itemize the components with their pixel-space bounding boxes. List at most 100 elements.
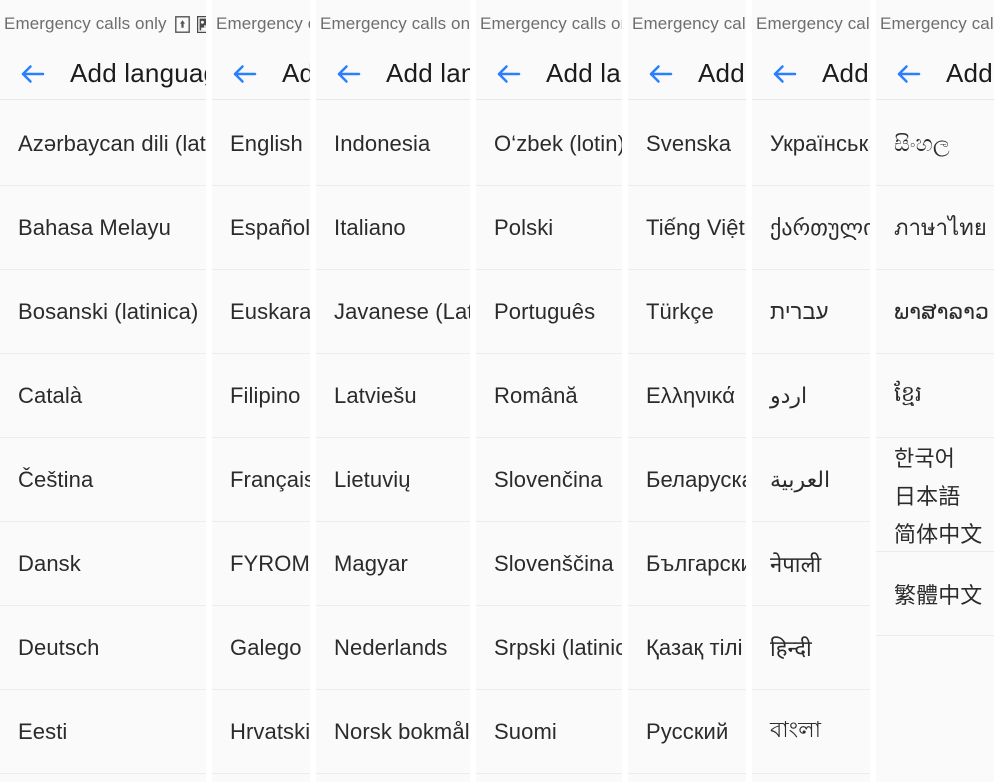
language-list[interactable]: English Español Euskara Filipino Français FYR… [212, 100, 311, 774]
language-name: ภาษาไทย [894, 215, 987, 240]
language-list-item[interactable]: ພາສາລາວ [876, 270, 994, 354]
status-bar: Emergency calls only [476, 0, 622, 48]
language-list-item[interactable]: Italiano [316, 186, 470, 270]
language-list-item[interactable]: Português [476, 270, 622, 354]
language-list-item[interactable]: සිංහල [876, 102, 994, 186]
language-list-item[interactable]: Filipino [212, 354, 310, 438]
language-list-item[interactable]: Bosanski (latinica) [0, 270, 206, 354]
language-list-item[interactable]: Română [476, 354, 622, 438]
language-list-item[interactable]: FYROM [212, 522, 310, 606]
language-name: සිංහල [894, 130, 950, 156]
language-name: Русский [646, 718, 729, 744]
language-list-item[interactable]: Norsk bokmål [316, 690, 470, 774]
language-list-item[interactable]: Беларуская [628, 438, 746, 522]
language-name: Norsk bokmål [334, 718, 470, 744]
language-name: Polski [494, 214, 554, 240]
language-list-item[interactable]: Euskara [212, 270, 310, 354]
language-list-item[interactable]: Azərbaycan dili (latın) [0, 102, 206, 186]
language-list-item[interactable]: हिन्दी [752, 606, 870, 690]
language-name: Català [18, 382, 83, 408]
language-name: 한국어 [894, 446, 956, 471]
language-list-item[interactable]: Javanese (Latin) [316, 270, 470, 354]
back-arrow-icon[interactable] [768, 57, 802, 91]
language-list-item[interactable]: Nederlands [316, 606, 470, 690]
language-list-item[interactable]: Қазақ тілі [628, 606, 746, 690]
language-list-item[interactable]: Slovenščina [476, 522, 622, 606]
language-list-item[interactable]: 繁體中文 [876, 552, 994, 636]
language-list-item[interactable]: Srpski (latinica) [476, 606, 622, 690]
back-arrow-icon[interactable] [644, 57, 678, 91]
language-name: العربية [770, 466, 831, 492]
back-arrow-icon[interactable] [16, 57, 50, 91]
language-list-item[interactable]: Dansk [0, 522, 206, 606]
language-list[interactable]: Azərbaycan dili (latın) Bahasa Melayu Bosa… [0, 100, 206, 774]
language-list-item[interactable]: Bahasa Melayu [0, 186, 206, 270]
language-list-item[interactable]: Lietuvių [316, 438, 470, 522]
status-bar: Emergency calls o [628, 0, 746, 48]
language-list-item[interactable]: বাংলা [752, 690, 870, 774]
language-name: Български [646, 550, 752, 576]
language-list-item[interactable]: Català [0, 354, 206, 438]
page-title: Add language [546, 58, 622, 88]
language-list-item[interactable]: Türkçe [628, 270, 746, 354]
language-list-item[interactable]: ქართული [752, 186, 875, 270]
language-list[interactable]: සිංහල ภาษาไทย ພາສາລາວ ខ្មែរ 한국어 日本語 简体中文 繁體中文 [876, 100, 994, 636]
language-list-item[interactable]: ภาษาไทย [876, 186, 994, 270]
language-list-item[interactable]: Українська [752, 102, 870, 186]
language-list-item[interactable]: Hrvatski [212, 690, 310, 774]
language-name: Suomi [494, 718, 557, 744]
language-list-item[interactable]: Deutsch [0, 606, 206, 690]
language-name: Bahasa Melayu [18, 214, 171, 240]
language-list[interactable]: Indonesia Italiano Javanese (Latin) Latvieš… [316, 100, 470, 774]
language-list-item[interactable]: עברית [752, 270, 870, 354]
back-arrow-icon[interactable] [492, 57, 526, 91]
language-name: Čeština [18, 466, 94, 492]
language-list-item[interactable]: Galego [212, 606, 310, 690]
language-list-item[interactable]: Français [212, 438, 310, 522]
language-list-item[interactable]: O‘zbek (lotin) [476, 102, 622, 186]
language-list-item[interactable]: 한국어 [876, 438, 994, 476]
language-list-item[interactable]: Tiếng Việt [628, 186, 746, 270]
language-list-item[interactable]: Latviešu [316, 354, 470, 438]
language-list-item[interactable]: English [212, 102, 310, 186]
language-list-item[interactable]: ខ្មែរ [876, 354, 994, 438]
language-list-item[interactable]: Polski [476, 186, 622, 270]
status-bar-text: Emergency calls only [4, 14, 167, 33]
language-name: ქართული [770, 214, 875, 240]
page-title: Add language [386, 58, 476, 88]
language-list-item[interactable]: Svenska [628, 102, 746, 186]
language-list-item[interactable]: Čeština [0, 438, 206, 522]
panel-viewport: Emergency calls only Add language Indonesi… [316, 0, 476, 782]
language-list-item[interactable]: Български [628, 522, 752, 606]
language-list-item[interactable]: Eesti [0, 690, 206, 774]
status-bar: Emergency ca [212, 0, 310, 48]
language-name: Filipino [230, 382, 301, 408]
language-list-item[interactable]: Ελληνικά [628, 354, 746, 438]
language-name: Svenska [646, 130, 732, 156]
back-arrow-icon[interactable] [892, 57, 926, 91]
language-list-item[interactable]: 日本語 [876, 476, 994, 514]
language-name: ພາສາລາວ [894, 298, 990, 324]
language-list-item[interactable]: 简体中文 [876, 514, 994, 552]
back-arrow-icon[interactable] [228, 57, 262, 91]
language-list-item[interactable]: Magyar [316, 522, 470, 606]
language-list[interactable]: O‘zbek (lotin) Polski Português Română Slove… [476, 100, 622, 774]
status-bar: Emergency cal [876, 0, 994, 48]
language-list[interactable]: Svenska Tiếng Việt Türkçe Ελληνικά Беларуска… [628, 100, 752, 774]
language-name: Беларуская [646, 466, 746, 492]
language-name: Español [230, 214, 311, 240]
language-list-item[interactable]: العربية [752, 438, 870, 522]
language-name: Slovenčina [494, 466, 603, 492]
language-list-item[interactable]: اردو [752, 354, 870, 438]
page-title: Add language [70, 58, 206, 88]
status-bar-text: Emergency calls only [320, 14, 476, 33]
language-list-item[interactable]: Suomi [476, 690, 622, 774]
language-list-item[interactable]: नेपाली [752, 522, 870, 606]
language-list-item[interactable]: Slovenčina [476, 438, 622, 522]
page-title: Add language [698, 58, 746, 88]
language-list-item[interactable]: Русский [628, 690, 746, 774]
back-arrow-icon[interactable] [332, 57, 366, 91]
language-list-item[interactable]: Indonesia [316, 102, 470, 186]
language-list-item[interactable]: Español [212, 186, 311, 270]
language-list[interactable]: Українська ქართული עברית اردو العربية नेपाली ह… [752, 100, 875, 774]
